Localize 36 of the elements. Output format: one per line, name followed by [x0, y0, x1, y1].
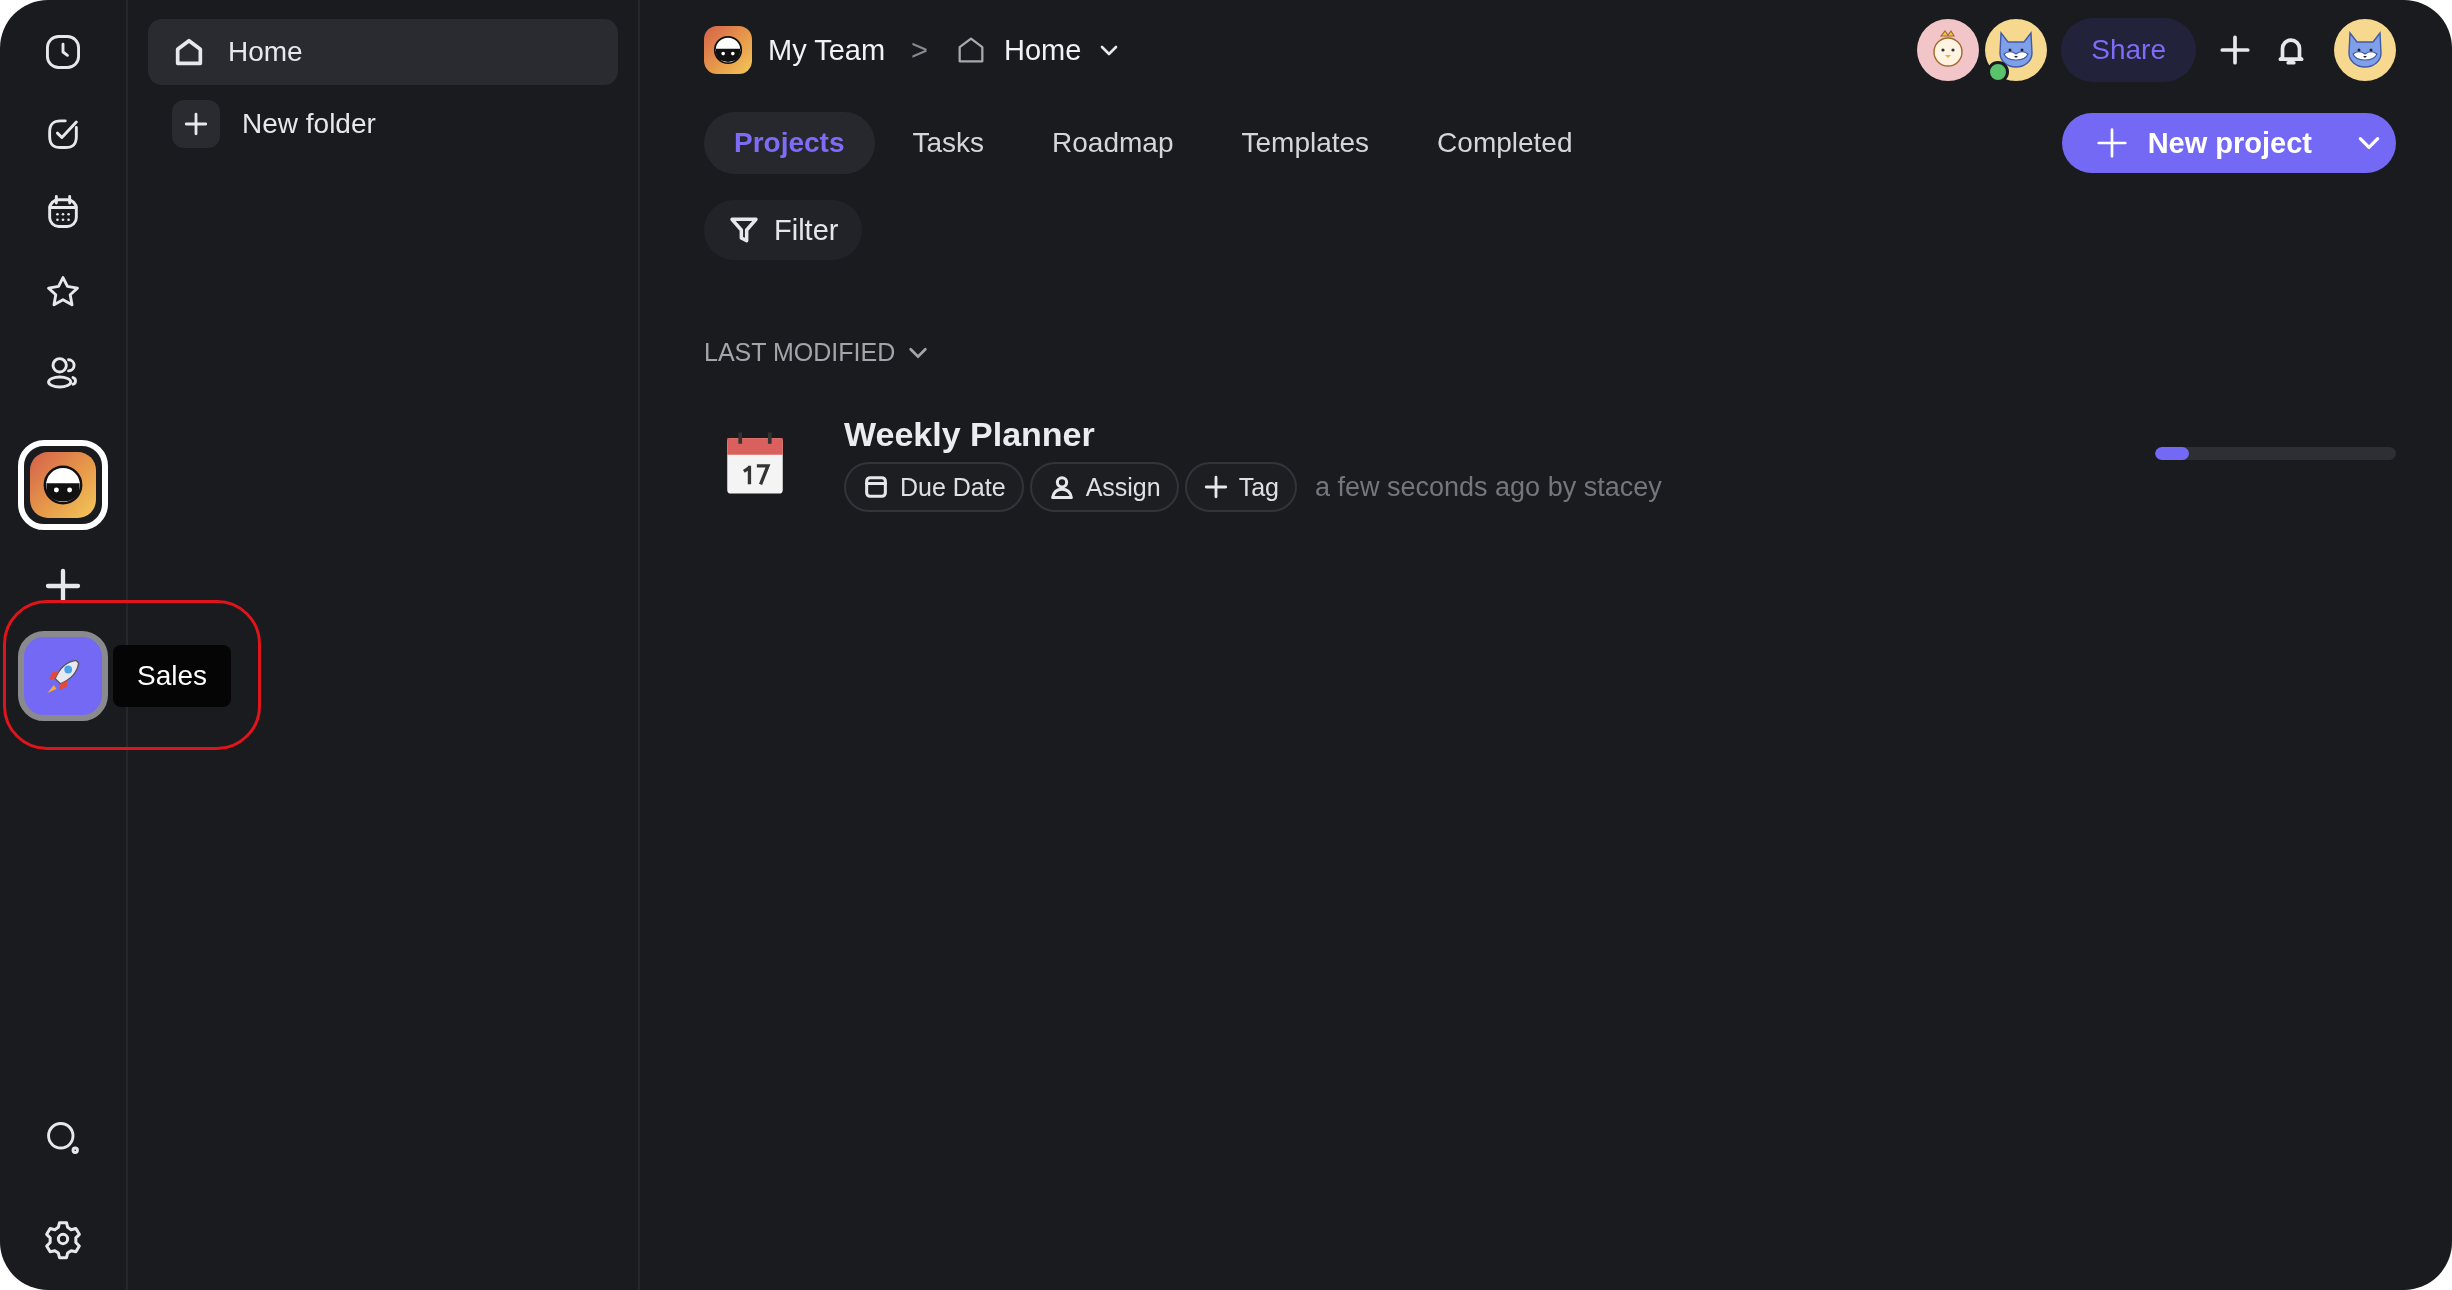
tab[interactable]: Roadmap: [1022, 112, 1204, 174]
plus-icon[interactable]: [2218, 33, 2252, 67]
filter-button[interactable]: Filter: [704, 200, 863, 260]
breadcrumb-separator: >: [911, 33, 929, 67]
share-button[interactable]: Share: [2061, 18, 2196, 82]
clock-icon[interactable]: [43, 32, 83, 72]
calendar-icon: [862, 473, 890, 501]
breadcrumb-link[interactable]: My Team: [768, 33, 886, 67]
online-dot: [1987, 61, 2010, 83]
due-date-button[interactable]: Due Date: [844, 462, 1024, 512]
fox-avatar[interactable]: [1985, 19, 2048, 81]
workspace-button[interactable]: [18, 631, 108, 721]
tab[interactable]: Templates: [1211, 112, 1400, 174]
chick-avatar[interactable]: [1917, 19, 1980, 81]
plus-icon: [2095, 127, 2128, 159]
tag-button[interactable]: Tag: [1184, 462, 1297, 512]
assign-button[interactable]: Assign: [1029, 462, 1179, 512]
new-project-button[interactable]: New project: [2061, 113, 2396, 173]
tab[interactable]: Tasks: [882, 112, 1015, 174]
tooltip: Sales: [113, 645, 232, 707]
breadcrumb-link[interactable]: Home: [1004, 33, 1082, 67]
modified-info: a few seconds ago by stacey: [1315, 471, 1662, 503]
project-title[interactable]: Weekly Planner: [844, 415, 1662, 454]
tab[interactable]: Projects: [704, 112, 875, 174]
settings-icon[interactable]: [42, 1218, 84, 1260]
tab[interactable]: Completed: [1407, 112, 1603, 174]
plus-icon: [183, 111, 209, 137]
plus-icon: [1202, 474, 1229, 500]
team-logo: [30, 452, 96, 518]
sidebar-item-label: New folder: [242, 108, 376, 140]
sidebar-item-label: Home: [228, 36, 303, 68]
sidebar-item[interactable]: Home: [148, 19, 618, 85]
fox-avatar[interactable]: [2334, 19, 2396, 81]
team-logo: [704, 26, 752, 74]
sort-label[interactable]: LAST MODIFIED: [704, 338, 896, 367]
sidebar-item[interactable]: New folder: [148, 91, 618, 157]
